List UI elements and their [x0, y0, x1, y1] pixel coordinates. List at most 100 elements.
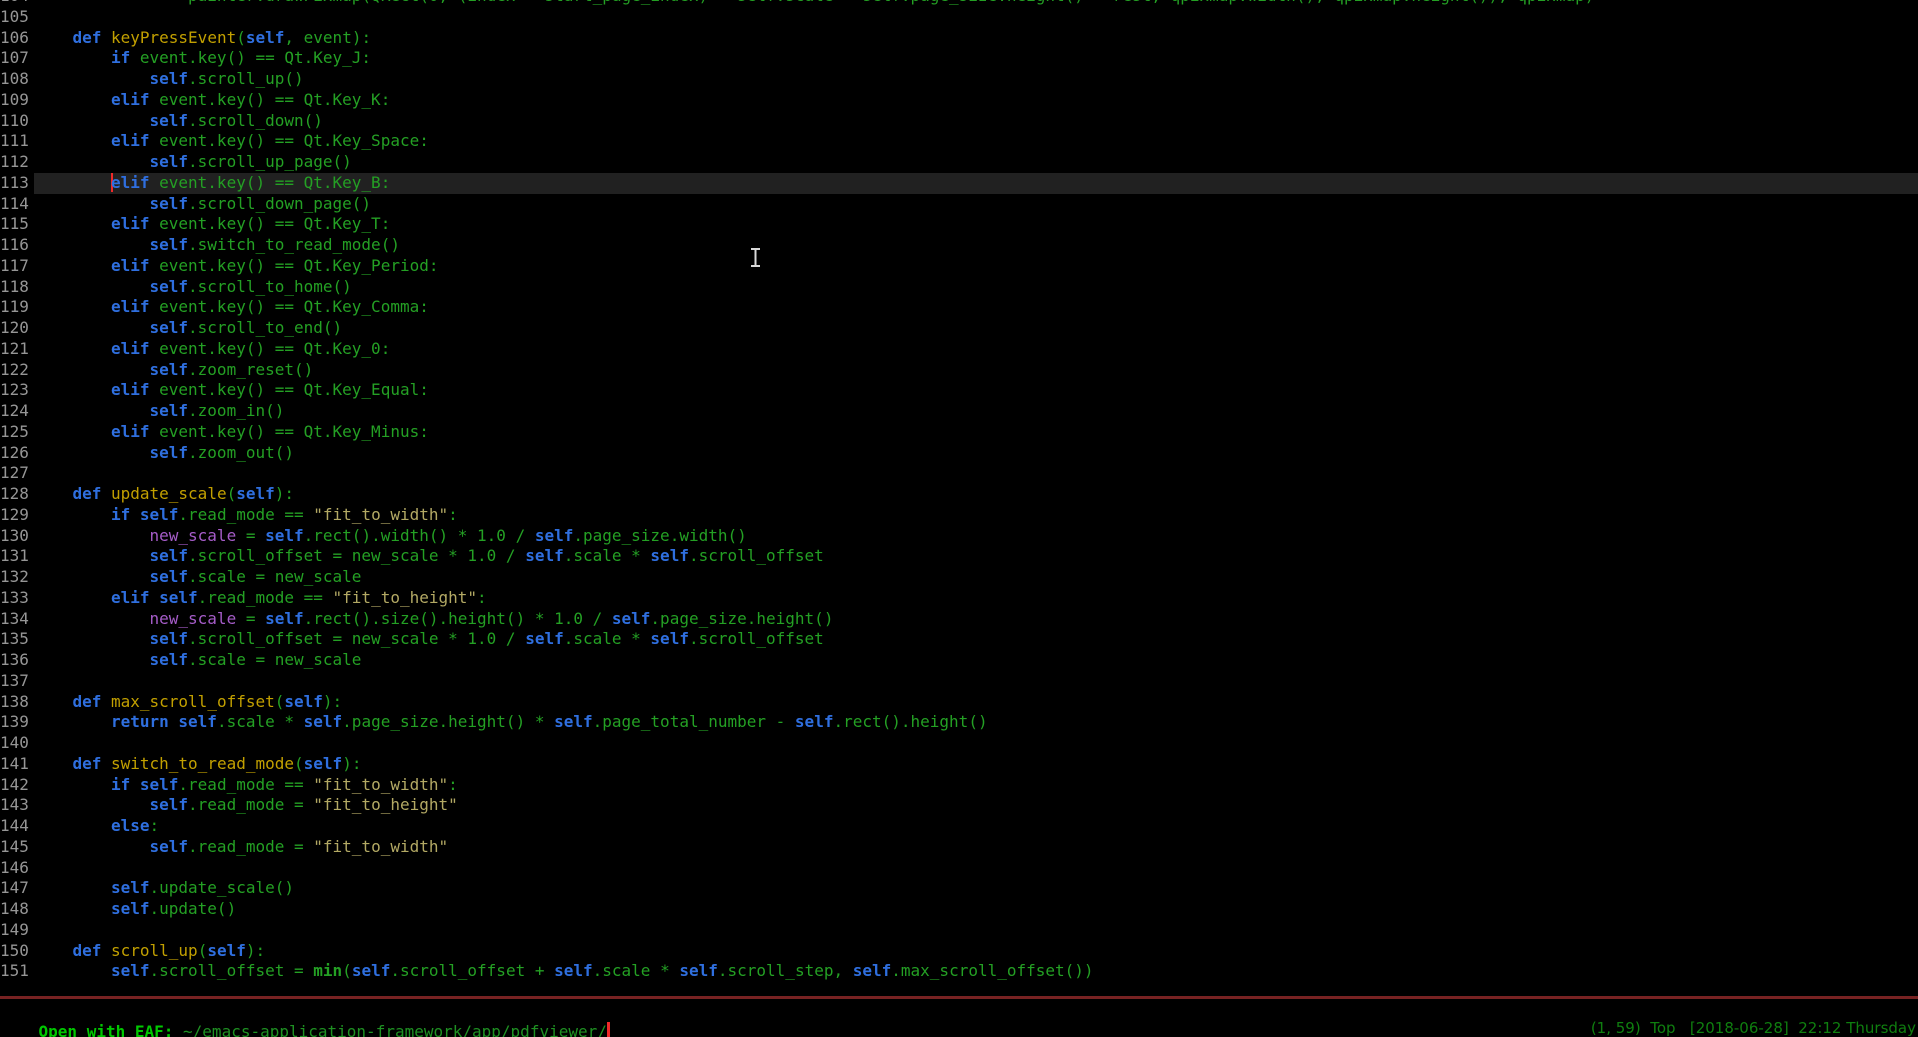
code-text[interactable]: self.zoom_reset() — [34, 360, 1918, 381]
code-text[interactable]: self.zoom_in() — [34, 401, 1918, 422]
code-line[interactable]: 115 elif event.key() == Qt.Key_T: — [0, 214, 1918, 235]
code-line[interactable]: 110 self.scroll_down() — [0, 111, 1918, 132]
code-line[interactable]: 142 if self.read_mode == "fit_to_width": — [0, 775, 1918, 796]
code-line[interactable]: 132 self.scale = new_scale — [0, 567, 1918, 588]
code-text[interactable]: elif event.key() == Qt.Key_Period: — [34, 256, 1918, 277]
code-text[interactable]: self.read_mode = "fit_to_height" — [34, 795, 1918, 816]
code-text[interactable]: self.scroll_offset = new_scale * 1.0 / s… — [34, 629, 1918, 650]
code-text[interactable]: return self.scale * self.page_size.heigh… — [34, 712, 1918, 733]
code-text[interactable]: def update_scale(self): — [34, 484, 1918, 505]
code-line[interactable]: 143 self.read_mode = "fit_to_height" — [0, 795, 1918, 816]
code-line[interactable]: 122 self.zoom_reset() — [0, 360, 1918, 381]
code-line[interactable]: 112 self.scroll_up_page() — [0, 152, 1918, 173]
code-text[interactable]: elif event.key() == Qt.Key_Space: — [34, 131, 1918, 152]
code-line[interactable]: 114 self.scroll_down_page() — [0, 194, 1918, 215]
code-text[interactable]: self.scale = new_scale — [34, 567, 1918, 588]
code-text[interactable]: self.update_scale() — [34, 878, 1918, 899]
code-text[interactable]: if self.read_mode == "fit_to_width": — [34, 505, 1918, 526]
code-text[interactable]: self.scroll_down_page() — [34, 194, 1918, 215]
code-text[interactable]: self.scroll_up() — [34, 69, 1918, 90]
code-line[interactable]: 138 def max_scroll_offset(self): — [0, 692, 1918, 713]
code-text[interactable]: elif event.key() == Qt.Key_Minus: — [34, 422, 1918, 443]
code-line[interactable]: 121 elif event.key() == Qt.Key_0: — [0, 339, 1918, 360]
code-line[interactable]: 128 def update_scale(self): — [0, 484, 1918, 505]
minibuffer-input[interactable]: ~/emacs-application-framework/app/pdfvie… — [183, 1022, 607, 1037]
code-line[interactable]: 137 — [0, 671, 1918, 692]
code-line[interactable]: 136 self.scale = new_scale — [0, 650, 1918, 671]
code-line[interactable]: 134 new_scale = self.rect().size().heigh… — [0, 609, 1918, 630]
code-line[interactable]: 140 — [0, 733, 1918, 754]
code-line[interactable]: 148 self.update() — [0, 899, 1918, 920]
code-text[interactable]: elif self.read_mode == "fit_to_height": — [34, 588, 1918, 609]
code-line[interactable]: 123 elif event.key() == Qt.Key_Equal: — [0, 380, 1918, 401]
code-text[interactable]: def scroll_up(self): — [34, 941, 1918, 962]
code-text[interactable]: elif event.key() == Qt.Key_K: — [34, 90, 1918, 111]
code-text[interactable]: def keyPressEvent(self, event): — [34, 28, 1918, 49]
code-line[interactable]: 109 elif event.key() == Qt.Key_K: — [0, 90, 1918, 111]
code-line[interactable]: 104 painter.drawPixmap(QRect(0, (index -… — [0, 0, 1918, 7]
code-text[interactable]: elif event.key() == Qt.Key_T: — [34, 214, 1918, 235]
minibuffer[interactable]: Open with EAF: ~/emacs-application-frame… — [0, 999, 1918, 1021]
code-line[interactable]: 124 self.zoom_in() — [0, 401, 1918, 422]
code-line[interactable]: 107 if event.key() == Qt.Key_J: — [0, 48, 1918, 69]
code-text[interactable]: elif event.key() == Qt.Key_B: — [34, 173, 1918, 194]
code-line[interactable]: 147 self.update_scale() — [0, 878, 1918, 899]
code-line[interactable]: 119 elif event.key() == Qt.Key_Comma: — [0, 297, 1918, 318]
code-line[interactable]: 106 def keyPressEvent(self, event): — [0, 28, 1918, 49]
code-text[interactable]: self.zoom_out() — [34, 443, 1918, 464]
code-text[interactable]: self.scroll_up_page() — [34, 152, 1918, 173]
code-text[interactable]: if self.read_mode == "fit_to_width": — [34, 775, 1918, 796]
code-line[interactable]: 131 self.scroll_offset = new_scale * 1.0… — [0, 546, 1918, 567]
code-line[interactable]: 144 else: — [0, 816, 1918, 837]
code-text[interactable]: else: — [34, 816, 1918, 837]
code-text[interactable] — [34, 858, 1918, 879]
code-line[interactable]: 113 elif event.key() == Qt.Key_B: — [0, 173, 1918, 194]
code-text[interactable]: elif event.key() == Qt.Key_0: — [34, 339, 1918, 360]
code-text[interactable]: self.scroll_offset = min(self.scroll_off… — [34, 961, 1918, 982]
code-line[interactable]: 118 self.scroll_to_home() — [0, 277, 1918, 298]
code-text[interactable]: self.switch_to_read_mode() — [34, 235, 1918, 256]
code-line[interactable]: 116 self.switch_to_read_mode() — [0, 235, 1918, 256]
code-text[interactable]: if event.key() == Qt.Key_J: — [34, 48, 1918, 69]
code-text[interactable]: def max_scroll_offset(self): — [34, 692, 1918, 713]
code-text[interactable]: elif event.key() == Qt.Key_Comma: — [34, 297, 1918, 318]
code-text[interactable]: new_scale = self.rect().width() * 1.0 / … — [34, 526, 1918, 547]
code-text[interactable] — [34, 920, 1918, 941]
code-line[interactable]: 151 self.scroll_offset = min(self.scroll… — [0, 961, 1918, 982]
code-line[interactable]: 146 — [0, 858, 1918, 879]
code-text[interactable] — [34, 463, 1918, 484]
code-text[interactable]: painter.drawPixmap(QRect(0, (index - sta… — [34, 0, 1918, 7]
code-text[interactable]: self.read_mode = "fit_to_width" — [34, 837, 1918, 858]
code-line[interactable]: 150 def scroll_up(self): — [0, 941, 1918, 962]
code-line[interactable]: 133 elif self.read_mode == "fit_to_heigh… — [0, 588, 1918, 609]
code-text[interactable]: self.scroll_to_end() — [34, 318, 1918, 339]
code-text[interactable]: self.scroll_offset = new_scale * 1.0 / s… — [34, 546, 1918, 567]
code-line[interactable]: 120 self.scroll_to_end() — [0, 318, 1918, 339]
code-line[interactable]: 135 self.scroll_offset = new_scale * 1.0… — [0, 629, 1918, 650]
code-line[interactable]: 108 self.scroll_up() — [0, 69, 1918, 90]
code-text[interactable]: self.scroll_to_home() — [34, 277, 1918, 298]
code-text[interactable]: elif event.key() == Qt.Key_Equal: — [34, 380, 1918, 401]
code-text[interactable]: self.scroll_down() — [34, 111, 1918, 132]
code-line[interactable]: 141 def switch_to_read_mode(self): — [0, 754, 1918, 775]
code-text[interactable]: def switch_to_read_mode(self): — [34, 754, 1918, 775]
code-text[interactable]: new_scale = self.rect().size().height() … — [34, 609, 1918, 630]
code-line[interactable]: 105 — [0, 7, 1918, 28]
code-line[interactable]: 127 — [0, 463, 1918, 484]
code-line[interactable]: 129 if self.read_mode == "fit_to_width": — [0, 505, 1918, 526]
code-line[interactable]: 149 — [0, 920, 1918, 941]
code-line[interactable]: 139 return self.scale * self.page_size.h… — [0, 712, 1918, 733]
code-line[interactable]: 111 elif event.key() == Qt.Key_Space: — [0, 131, 1918, 152]
code-text[interactable]: self.scale = new_scale — [34, 650, 1918, 671]
code-buffer[interactable]: 104 painter.drawPixmap(QRect(0, (index -… — [0, 0, 1918, 982]
code-line[interactable]: 125 elif event.key() == Qt.Key_Minus: — [0, 422, 1918, 443]
code-text[interactable] — [34, 733, 1918, 754]
code-text[interactable]: self.update() — [34, 899, 1918, 920]
line-number: 138 — [0, 692, 34, 713]
code-line[interactable]: 117 elif event.key() == Qt.Key_Period: — [0, 256, 1918, 277]
code-line[interactable]: 130 new_scale = self.rect().width() * 1.… — [0, 526, 1918, 547]
code-line[interactable]: 145 self.read_mode = "fit_to_width" — [0, 837, 1918, 858]
code-text[interactable] — [34, 7, 1918, 28]
code-line[interactable]: 126 self.zoom_out() — [0, 443, 1918, 464]
code-text[interactable] — [34, 671, 1918, 692]
